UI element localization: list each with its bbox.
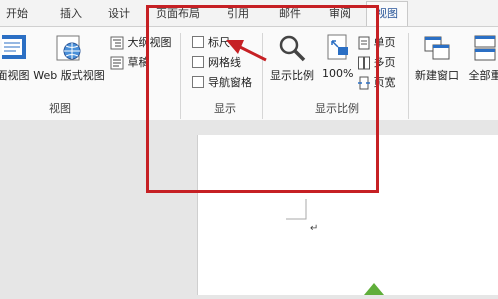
- annotation-arrow-icon: [226, 40, 267, 62]
